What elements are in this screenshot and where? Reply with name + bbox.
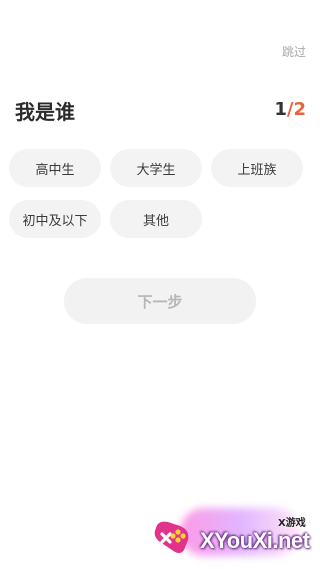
gamepad-logo-icon [154,521,189,553]
watermark-small-text: X游戏 [278,518,306,529]
step-indicator: 1/2 [274,96,306,124]
option-office-worker[interactable]: 上班族 [211,149,303,187]
step-current: 1 [274,99,287,120]
option-junior-high-or-below[interactable]: 初中及以下 [9,200,101,238]
page-title: 我是谁 [15,100,75,124]
step-total: 2 [293,99,306,120]
skip-button[interactable]: 跳过 [282,43,306,60]
next-step-button[interactable]: 下一步 [64,278,256,324]
option-other[interactable]: 其他 [110,200,202,238]
option-university[interactable]: 大学生 [110,149,202,187]
watermark-brand-text: XYouXi.net [200,528,310,553]
option-high-school[interactable]: 高中生 [9,149,101,187]
